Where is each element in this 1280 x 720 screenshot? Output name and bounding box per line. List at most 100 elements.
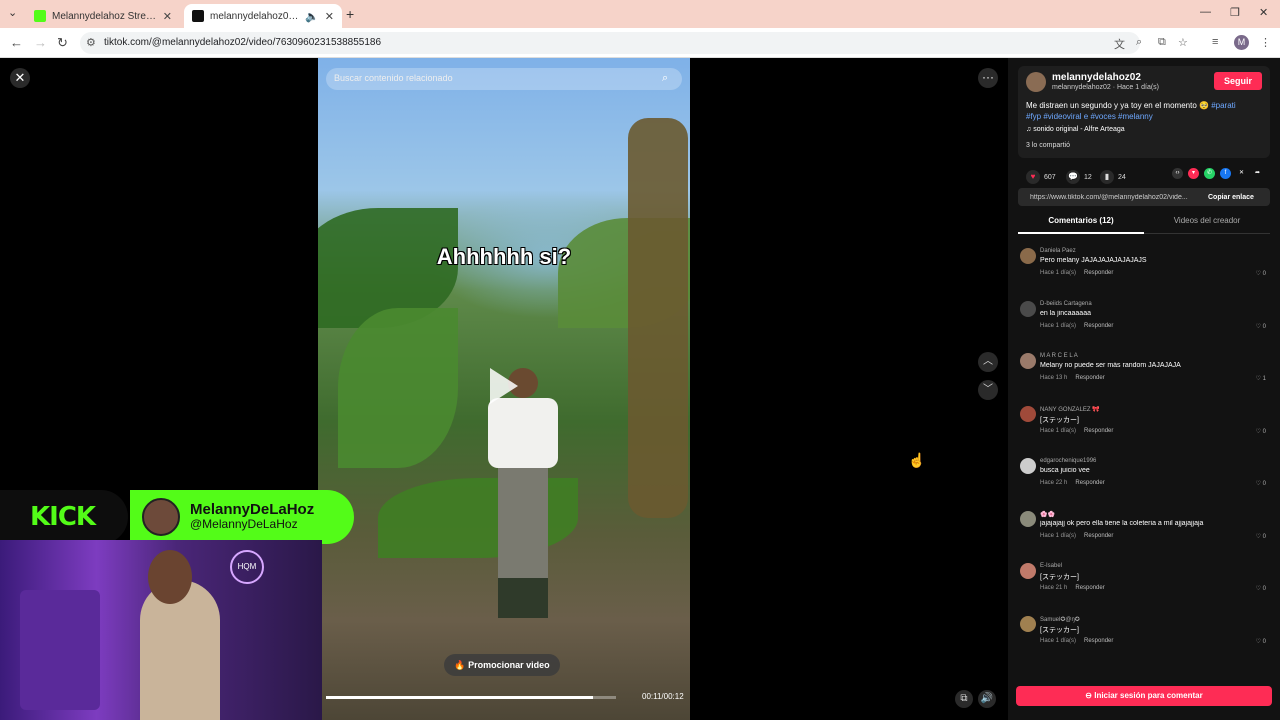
- tab-creator-videos[interactable]: Videos del creador: [1144, 216, 1270, 234]
- commenter-name[interactable]: Samuel✪@ŋ✪: [1040, 616, 1080, 623]
- browser-tab-tiktok[interactable]: melannydelahoz02 (@mela 🔈 ✕: [184, 4, 342, 28]
- commenter-avatar[interactable]: [1020, 300, 1036, 317]
- play-icon[interactable]: [490, 368, 518, 404]
- follow-button[interactable]: Seguir: [1214, 72, 1262, 90]
- window-close-button[interactable]: ✕: [1259, 6, 1268, 19]
- reply-button[interactable]: Responder: [1084, 428, 1113, 434]
- restore-button[interactable]: ❐: [1230, 6, 1240, 19]
- facebook-icon[interactable]: f: [1220, 168, 1231, 179]
- comment-text: jajajajajj ok pero ella tiene la coleter…: [1040, 519, 1204, 527]
- comment-like[interactable]: ♡ 0: [1256, 585, 1266, 592]
- author-avatar[interactable]: [1026, 72, 1046, 92]
- media-control-icon[interactable]: ≡: [1212, 36, 1218, 48]
- search-placeholder[interactable]: Buscar contenido relacionado: [334, 73, 453, 83]
- comment-stat[interactable]: 💬 12: [1066, 170, 1092, 184]
- reply-button[interactable]: Responder: [1084, 533, 1113, 539]
- tab-close-icon[interactable]: ✕: [163, 10, 172, 23]
- x-share-icon[interactable]: ✕: [1236, 168, 1247, 179]
- comment-like[interactable]: ♡ 1: [1256, 375, 1266, 382]
- reply-button[interactable]: Responder: [1084, 638, 1113, 644]
- copy-link-button[interactable]: Copiar enlace: [1208, 194, 1254, 201]
- bookmark-star-icon[interactable]: ☆: [1178, 36, 1188, 49]
- hashtag-link[interactable]: #fyp #videoviral e #voces #melanny: [1026, 112, 1153, 121]
- comment-like[interactable]: ♡ 0: [1256, 638, 1266, 645]
- send-icon[interactable]: ▾: [1188, 168, 1199, 179]
- commenter-name[interactable]: E-Isabel: [1040, 563, 1062, 569]
- tab-search-icon[interactable]: ⌄: [8, 6, 17, 19]
- reload-icon[interactable]: ↻: [57, 35, 68, 51]
- volume-icon[interactable]: 🔊: [978, 690, 996, 708]
- tab-close-icon[interactable]: ✕: [325, 10, 334, 23]
- shared-count: 3 lo compartió: [1026, 142, 1070, 149]
- video-player[interactable]: Buscar contenido relacionado ⌕ Ahhhhhh s…: [318, 58, 690, 720]
- reply-button[interactable]: Responder: [1075, 480, 1104, 486]
- comment-time: Hace 13 h: [1040, 375, 1068, 381]
- bookmark-icon[interactable]: ▮: [1100, 170, 1114, 184]
- next-video-button[interactable]: ﹀: [978, 380, 998, 400]
- hashtag-link[interactable]: #parati: [1211, 101, 1235, 110]
- tab-title: melannydelahoz02 (@mela: [210, 10, 299, 22]
- comment-like[interactable]: ♡ 0: [1256, 270, 1266, 277]
- commenter-avatar[interactable]: [1020, 405, 1036, 422]
- commenter-avatar[interactable]: [1020, 615, 1036, 632]
- close-video-button[interactable]: ✕: [10, 68, 30, 88]
- commenter-avatar[interactable]: [1020, 563, 1036, 579]
- speaker-icon[interactable]: 🔈: [305, 10, 319, 23]
- install-icon[interactable]: ⧉: [1158, 36, 1166, 49]
- comment-meta: Hace 1 día(s) Responder: [1040, 428, 1113, 434]
- forward-icon[interactable]: →: [34, 35, 47, 50]
- save-count: 24: [1118, 173, 1126, 181]
- commenter-avatar[interactable]: [1020, 510, 1036, 527]
- sound-link[interactable]: ♫ sonido original - Alfre Arteaga: [1026, 126, 1125, 133]
- commenter-name[interactable]: M A R C E L A: [1040, 353, 1078, 359]
- whatsapp-icon[interactable]: ✆: [1204, 168, 1215, 179]
- comment-like-count: 0: [1262, 638, 1266, 645]
- commenter-name[interactable]: D-beiids Cartagena: [1040, 301, 1092, 307]
- url-text[interactable]: tiktok.com/@melannydelahoz02/video/76309…: [104, 37, 381, 48]
- comment-like-count: 0: [1262, 323, 1266, 330]
- login-to-comment-button[interactable]: ⊖ Iniciar sesión para comentar: [1016, 686, 1272, 706]
- reply-button[interactable]: Responder: [1084, 323, 1113, 329]
- profile-avatar[interactable]: M: [1234, 35, 1249, 50]
- more-options-button[interactable]: ···: [978, 68, 998, 88]
- reply-button[interactable]: Responder: [1075, 585, 1104, 591]
- promote-video-button[interactable]: 🔥 Promocionar video: [444, 654, 560, 676]
- commenter-name[interactable]: NANY GONZALEZ 🎀: [1040, 406, 1100, 413]
- commenter-name[interactable]: edgarochenique1996: [1040, 458, 1096, 464]
- commenter-avatar[interactable]: [1020, 458, 1036, 474]
- reply-button[interactable]: Responder: [1075, 375, 1104, 381]
- like-stat[interactable]: ♥ 607: [1026, 170, 1056, 184]
- site-info-icon[interactable]: ⚙: [86, 36, 96, 49]
- browser-menu-icon[interactable]: ⋮: [1260, 36, 1271, 49]
- comment-icon[interactable]: 💬: [1066, 170, 1080, 184]
- back-icon[interactable]: ←: [10, 35, 23, 50]
- translate-icon[interactable]: 文: [1114, 36, 1125, 52]
- new-tab-button[interactable]: +: [346, 6, 354, 22]
- commenter-name[interactable]: 🌸🌸: [1040, 511, 1055, 518]
- author-name[interactable]: melannydelahoz02: [1052, 72, 1141, 83]
- comment-meta: Hace 1 día(s) Responder: [1040, 533, 1113, 539]
- reply-button[interactable]: Responder: [1084, 270, 1113, 276]
- video-link[interactable]: https://www.tiktok.com/@melannydelahoz02…: [1030, 194, 1200, 201]
- tab-comments[interactable]: Comentarios (12): [1018, 216, 1144, 234]
- commenter-avatar[interactable]: [1020, 248, 1036, 264]
- heart-icon[interactable]: ♥: [1026, 170, 1040, 184]
- comment-item: 🌸🌸 jajajajajj ok pero ella tiene la colet…: [1020, 510, 1270, 559]
- commenter-avatar[interactable]: [1020, 353, 1036, 369]
- comment-meta: Hace 21 h Responder: [1040, 585, 1105, 591]
- save-stat[interactable]: ▮ 24: [1100, 170, 1126, 184]
- commenter-name[interactable]: Daniela Paez: [1040, 248, 1076, 254]
- comment-like[interactable]: ♡ 0: [1256, 323, 1266, 330]
- comment-like[interactable]: ♡ 0: [1256, 480, 1266, 487]
- comment-like[interactable]: ♡ 0: [1256, 428, 1266, 435]
- pip-icon[interactable]: ⧉: [955, 690, 973, 708]
- comment-like[interactable]: ♡ 0: [1256, 533, 1266, 540]
- browser-tab-kick[interactable]: Melannydelahoz Stream - Watch ✕: [26, 4, 180, 28]
- share-arrow-icon[interactable]: ➦: [1252, 168, 1263, 179]
- zoom-icon[interactable]: ⌕: [1136, 36, 1142, 49]
- embed-icon[interactable]: ‹›: [1172, 168, 1183, 179]
- previous-video-button[interactable]: ︿: [978, 352, 998, 372]
- video-progress-bar[interactable]: [326, 696, 616, 699]
- minimize-button[interactable]: —: [1200, 6, 1211, 18]
- search-icon[interactable]: ⌕: [662, 72, 668, 85]
